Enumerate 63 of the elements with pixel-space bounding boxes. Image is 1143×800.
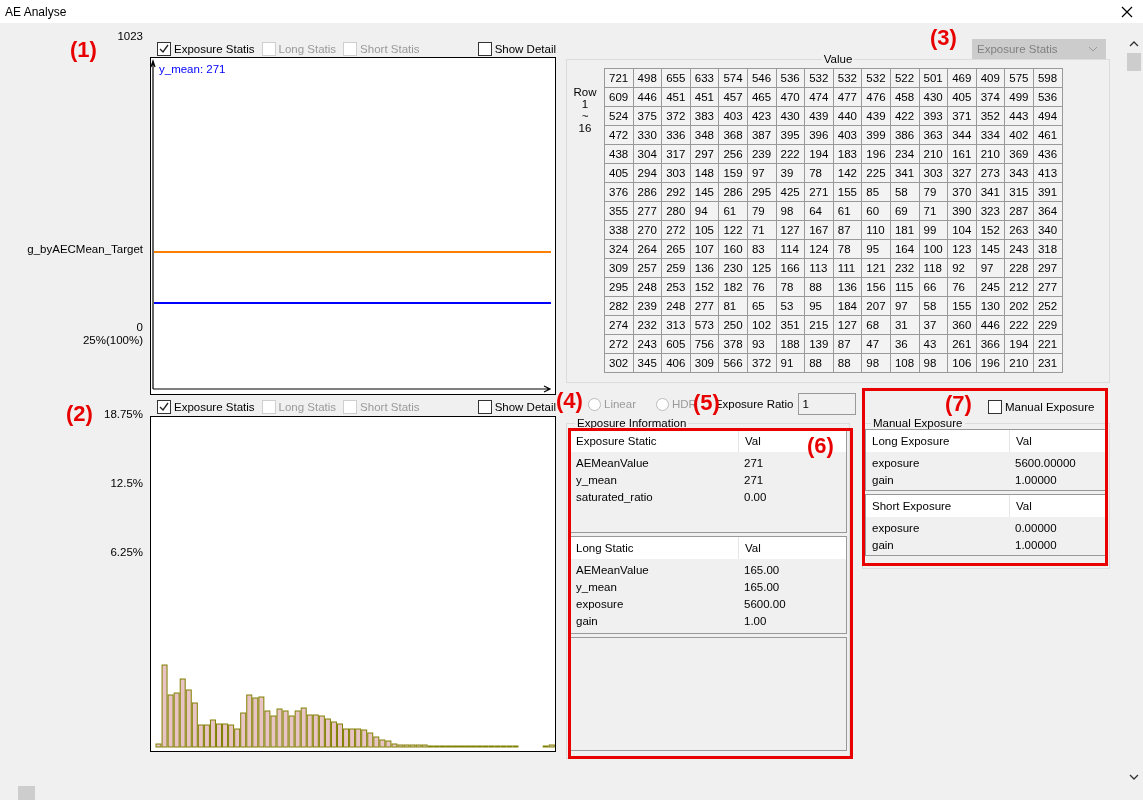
axis-label: 6.25% [110, 546, 143, 558]
table-cell-text: saturated_ratio [575, 490, 654, 503]
group-title: Value [822, 53, 854, 65]
scroll-thumb[interactable] [1127, 53, 1141, 71]
show-detail-checkbox[interactable]: Show Detail [477, 42, 556, 56]
scroll-thumb[interactable] [18, 786, 35, 800]
table-cell-text: exposure [575, 597, 625, 610]
arrow-up-icon[interactable] [1129, 41, 1139, 47]
table-cell-text: 165.00 [743, 580, 780, 593]
table-cell-text: 5600.00 [743, 597, 786, 610]
annotation-label: (6) [807, 433, 834, 459]
annotation-label: (2) [66, 401, 93, 427]
annotation-label: (4) [556, 388, 583, 414]
table-cell-text: gain [871, 538, 895, 551]
check-icon [158, 43, 170, 55]
chevron-down-icon [1088, 46, 1098, 52]
column-header: Val [1015, 500, 1032, 512]
axis-label: 0 [136, 321, 143, 333]
annotation-label: (1) [70, 37, 97, 63]
legend-label: y_mean: 271 [159, 63, 226, 75]
table-cell-text: AEMeanValue [575, 456, 650, 469]
column-header: Exposure Static [570, 430, 739, 452]
column-header: Short Exposure [866, 495, 1010, 517]
table-cell-text: AEMeanValue [575, 563, 650, 576]
table-cell-text: gain [871, 473, 895, 486]
table-cell-text: 165.00 [743, 563, 780, 576]
axis-label: 12.5% [110, 477, 143, 489]
window-title: AE Analyse [5, 4, 67, 19]
table-cell-text: y_mean [575, 580, 618, 593]
ratio-field[interactable]: 1 [797, 393, 856, 415]
column-header: Long Static [570, 537, 739, 559]
show-detail-checkbox[interactable]: Show Detail [477, 400, 556, 414]
table-cell-text: gain [575, 614, 599, 627]
table-cell-text: 0.00 [743, 490, 767, 503]
filter-checkbox[interactable]: Exposure Statis [157, 42, 255, 56]
table-cell-text: 0.00000 [1014, 521, 1057, 534]
annotation-label: (7) [945, 391, 972, 417]
table-cell-text: y_mean [575, 473, 618, 486]
annotation-label: (3) [930, 25, 957, 51]
axis-label: g_byAECMean_Target [27, 243, 143, 255]
table-cell-text: 5600.00000 [1014, 456, 1076, 469]
column-header: Val [744, 542, 761, 554]
filter-checkbox[interactable]: Exposure Statis [157, 400, 255, 414]
close-icon[interactable] [1121, 5, 1133, 18]
table-cell-text: 271 [743, 473, 764, 486]
arrow-down-icon[interactable] [1129, 774, 1139, 780]
table-cell-text: 1.00 [743, 614, 767, 627]
axis-label: 1023 [117, 30, 143, 42]
axis-label: 18.75% [104, 408, 143, 420]
column-header: Val [1015, 435, 1032, 447]
check-icon [158, 401, 170, 413]
column-header: Long Exposure [866, 430, 1010, 452]
table-cell-text: 271 [743, 456, 764, 469]
row-range-label: Row 1 ~ 16 [572, 86, 598, 136]
table-cell-text: exposure [871, 456, 921, 469]
column-header: Val [744, 435, 761, 447]
group-title: Exposure Information [576, 417, 688, 429]
manual-exposure-checkbox[interactable]: Manual Exposure [988, 400, 1095, 414]
table-cell-text: 1.00000 [1014, 538, 1057, 551]
table-cell-text: exposure [871, 521, 921, 534]
axis-label: 25%(100%) [82, 334, 143, 346]
group-title: Manual Exposure [872, 417, 964, 429]
table-cell-text: 1.00000 [1014, 473, 1057, 486]
